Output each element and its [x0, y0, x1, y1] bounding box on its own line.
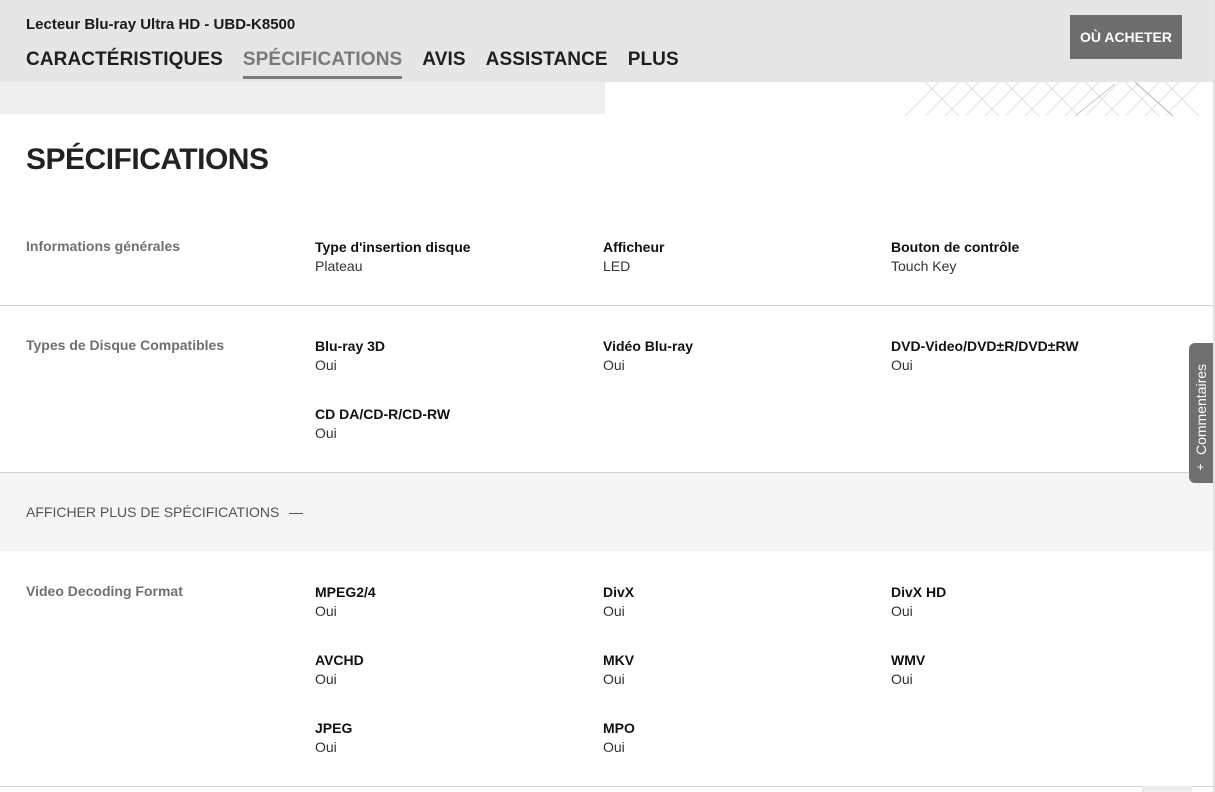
spec-item: MKV Oui: [603, 651, 634, 689]
decorative-band: [0, 82, 605, 114]
spec-key: JPEG: [315, 720, 353, 736]
spec-value: Touch Key: [891, 258, 957, 274]
decorative-grid-pattern: [905, 82, 1200, 116]
spec-item: AVCHD Oui: [315, 651, 364, 689]
collapse-minus-icon: [289, 512, 304, 514]
spec-item: JPEG Oui: [315, 719, 352, 757]
back-to-top-tab[interactable]: [1142, 786, 1192, 792]
spec-item: MPEG2/4 Oui: [315, 583, 376, 621]
spec-key: Blu-ray 3D: [315, 338, 386, 354]
tab-specifications[interactable]: SPÉCIFICATIONS: [242, 49, 403, 79]
plus-icon: +: [1197, 460, 1205, 474]
spec-value: Oui: [315, 425, 337, 441]
spec-key: WMV: [891, 652, 926, 668]
show-more-label: AFFICHER PLUS DE SPÉCIFICATIONS: [26, 504, 280, 520]
spec-value: LED: [603, 258, 631, 274]
spec-key: Bouton de contrôle: [891, 239, 1020, 255]
spec-value: Oui: [315, 671, 337, 687]
spec-value: Oui: [603, 603, 625, 619]
tab-assistance[interactable]: ASSISTANCE: [486, 49, 608, 79]
spec-value: Oui: [315, 357, 337, 373]
product-header: Lecteur Blu-ray Ultra HD - UBD-K8500 CAR…: [0, 0, 1215, 82]
spec-item: DVD-Video/DVD±R/DVD±RW Oui: [891, 337, 1079, 375]
spec-item: Afficheur LED: [603, 238, 664, 276]
spec-key: DivX: [603, 584, 635, 600]
section-title: Informations générales: [26, 238, 181, 254]
spec-item: Blu-ray 3D Oui: [315, 337, 385, 375]
section-divider: [0, 305, 1213, 306]
section-nav: CARACTÉRISTIQUES SPÉCIFICATIONS AVIS ASS…: [26, 49, 699, 79]
feedback-label: Commentaires: [1193, 363, 1209, 455]
spec-value: Oui: [891, 357, 913, 373]
spec-item: MPO Oui: [603, 719, 635, 757]
section-title: Video Decoding Format: [26, 583, 183, 599]
section-title: Types de Disque Compatibles: [26, 337, 225, 353]
tab-plus[interactable]: PLUS: [628, 49, 679, 79]
feedback-tab[interactable]: Commentaires +: [1189, 343, 1215, 483]
spec-value: Plateau: [315, 258, 363, 274]
spec-item: Vidéo Blu-ray Oui: [603, 337, 693, 375]
tab-caracteristiques[interactable]: CARACTÉRISTIQUES: [26, 49, 223, 79]
product-title: Lecteur Blu-ray Ultra HD - UBD-K8500: [26, 16, 296, 33]
show-more-specs-toggle[interactable]: AFFICHER PLUS DE SPÉCIFICATIONS: [26, 504, 304, 520]
spec-value: Oui: [315, 739, 337, 755]
spec-key: Type d'insertion disque: [315, 239, 471, 255]
spec-key: CD DA/CD-R/CD-RW: [315, 406, 451, 422]
spec-key: Afficheur: [603, 239, 665, 255]
spec-item: Type d'insertion disque Plateau: [315, 238, 471, 276]
spec-key: DivX HD: [891, 584, 947, 600]
spec-key: MPEG2/4: [315, 584, 376, 600]
spec-key: Vidéo Blu-ray: [603, 338, 693, 354]
spec-value: Oui: [603, 739, 625, 755]
section-divider: [0, 786, 1213, 787]
spec-value: Oui: [891, 603, 913, 619]
spec-item: Bouton de contrôle Touch Key: [891, 238, 1019, 276]
spec-key: DVD-Video/DVD±R/DVD±RW: [891, 338, 1079, 354]
page-title: SPÉCIFICATIONS: [26, 143, 269, 176]
spec-key: AVCHD: [315, 652, 364, 668]
spec-value: Oui: [891, 671, 913, 687]
spec-item: WMV Oui: [891, 651, 925, 689]
spec-item: DivX Oui: [603, 583, 634, 621]
spec-key: MKV: [603, 652, 635, 668]
spec-item: DivX HD Oui: [891, 583, 946, 621]
where-to-buy-button[interactable]: OÙ ACHETER: [1070, 15, 1182, 59]
tab-avis[interactable]: AVIS: [422, 49, 465, 79]
spec-key: MPO: [603, 720, 635, 736]
spec-value: Oui: [603, 671, 625, 687]
spec-value: Oui: [603, 357, 625, 373]
spec-item: CD DA/CD-R/CD-RW Oui: [315, 405, 450, 443]
spec-value: Oui: [315, 603, 337, 619]
